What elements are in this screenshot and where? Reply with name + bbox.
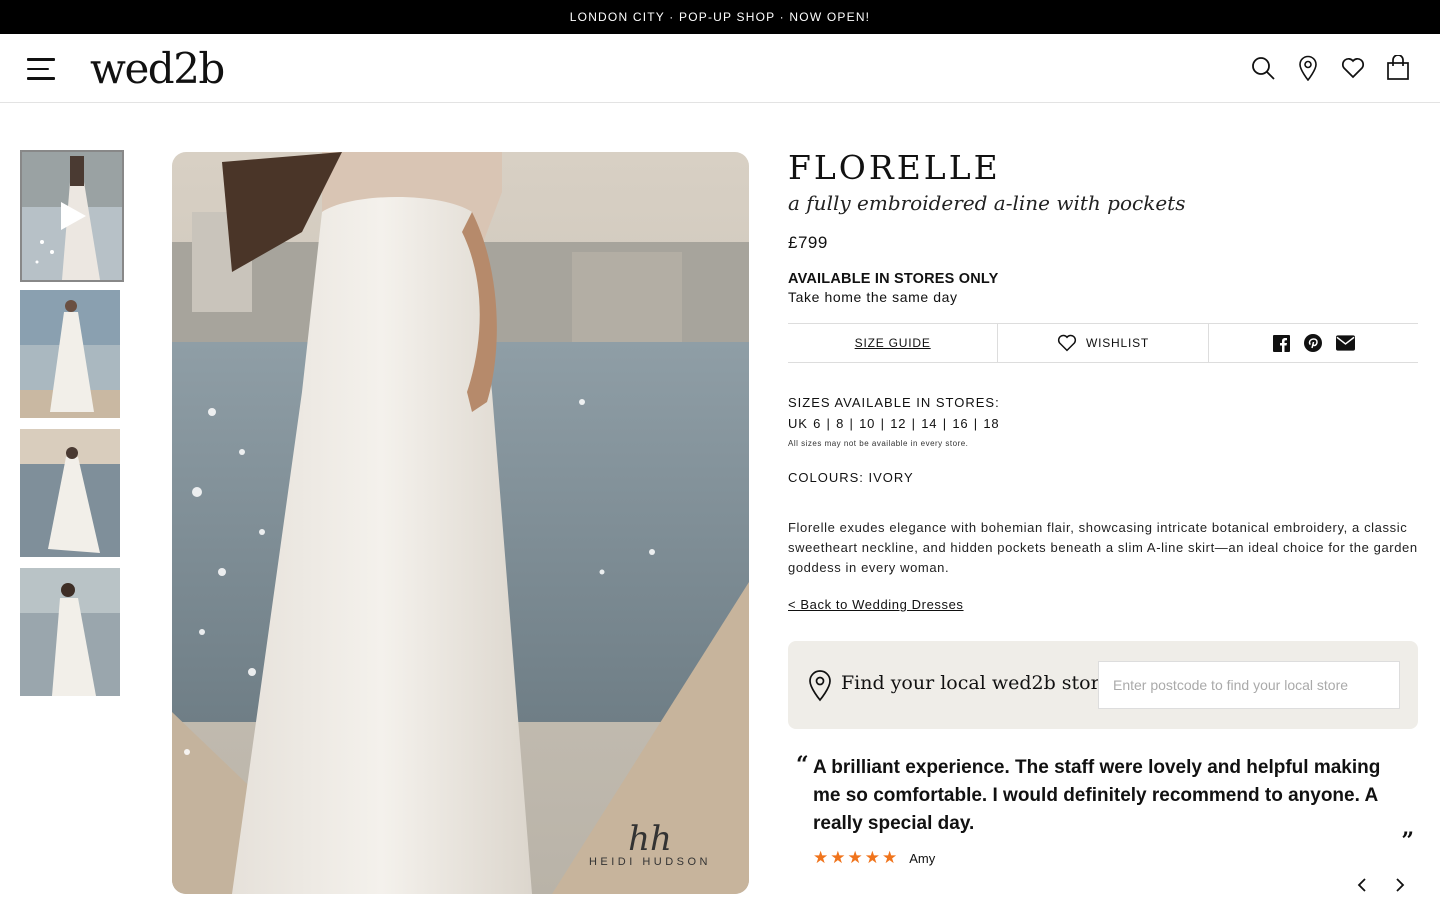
product-actions: SIZE GUIDE WISHLIST xyxy=(788,323,1418,363)
size-guide-cell: SIZE GUIDE xyxy=(788,324,999,362)
header-actions xyxy=(1251,54,1410,82)
back-to-wedding-dresses-link[interactable]: < Back to Wedding Dresses xyxy=(788,597,964,612)
postcode-input[interactable] xyxy=(1098,661,1400,709)
heart-icon xyxy=(1057,334,1077,352)
star-rating: ★★★★★ xyxy=(813,848,900,867)
brand-monogram: hh xyxy=(628,819,672,859)
shopping-bag-icon[interactable] xyxy=(1386,54,1410,82)
size-guide-link[interactable]: SIZE GUIDE xyxy=(855,336,931,350)
reviewer-name: Amy xyxy=(909,850,936,866)
wishlist-cell: WISHLIST xyxy=(998,324,1209,362)
brand-name: HEIDI HUDSON xyxy=(588,856,711,868)
menu-icon[interactable] xyxy=(27,58,55,82)
thumbnail-image[interactable] xyxy=(20,290,120,418)
share-cell xyxy=(1209,324,1418,362)
store-finder-label: Find your local wed2b store xyxy=(841,672,1111,694)
thumbnail-image[interactable] xyxy=(20,568,120,696)
availability-subtitle: Take home the same day xyxy=(788,289,958,305)
product-main-image[interactable]: hh HEIDI HUDSON xyxy=(172,152,749,894)
email-icon[interactable] xyxy=(1335,334,1355,353)
sizes-list: UK 6 | 8 | 10 | 12 | 14 | 16 | 18 xyxy=(788,416,1000,431)
review-text: A brilliant experience. The staff were l… xyxy=(813,757,1381,834)
brand-watermark: hh HEIDI HUDSON xyxy=(588,819,711,868)
location-pin-icon xyxy=(809,670,831,702)
open-quote-icon: “ xyxy=(796,752,809,778)
thumbnail-image[interactable] xyxy=(20,429,120,557)
close-quote-icon: ” xyxy=(1401,828,1414,854)
availability: AVAILABLE IN STORES ONLY Take home the s… xyxy=(788,271,1418,305)
product-title: FLORELLE xyxy=(788,148,1001,187)
play-icon[interactable] xyxy=(55,199,89,233)
heart-icon[interactable] xyxy=(1341,54,1365,82)
store-finder: Find your local wed2b store xyxy=(788,641,1418,729)
thumbnail-video[interactable] xyxy=(20,150,124,282)
sizes-note: All sizes may not be available in every … xyxy=(788,439,969,448)
pinterest-icon[interactable] xyxy=(1304,334,1323,353)
chevron-left-icon[interactable] xyxy=(1354,876,1370,894)
site-header: wed2b xyxy=(0,34,1440,103)
location-pin-icon[interactable] xyxy=(1296,54,1320,82)
share-links xyxy=(1272,334,1355,353)
product-price: £799 xyxy=(788,233,828,252)
product-tagline: a fully embroidered a-line with pockets xyxy=(788,191,1186,215)
review-carousel-nav xyxy=(1354,876,1408,894)
availability-title: AVAILABLE IN STORES ONLY xyxy=(788,271,999,287)
thumbnail-list xyxy=(20,150,124,707)
colours: COLOURS: IVORY xyxy=(788,470,914,485)
review-meta: ★★★★★ Amy xyxy=(813,848,935,868)
sizes-section: SIZES AVAILABLE IN STORES: UK 6 | 8 | 10… xyxy=(788,395,1418,448)
product-info: FLORELLE a fully embroidered a-line with… xyxy=(788,148,1418,614)
wishlist-button[interactable]: WISHLIST xyxy=(1057,334,1149,352)
facebook-icon[interactable] xyxy=(1272,334,1291,353)
customer-review: “ A brilliant experience. The staff were… xyxy=(796,752,1418,912)
promo-banner[interactable]: LONDON CITY · POP-UP SHOP · NOW OPEN! xyxy=(0,0,1440,34)
chevron-right-icon[interactable] xyxy=(1392,876,1408,894)
sizes-title: SIZES AVAILABLE IN STORES: xyxy=(788,395,1000,410)
search-icon[interactable] xyxy=(1251,54,1275,82)
product-description: Florelle exudes elegance with bohemian f… xyxy=(788,520,1418,575)
site-logo[interactable]: wed2b xyxy=(90,44,225,93)
wishlist-label: WISHLIST xyxy=(1085,336,1150,350)
